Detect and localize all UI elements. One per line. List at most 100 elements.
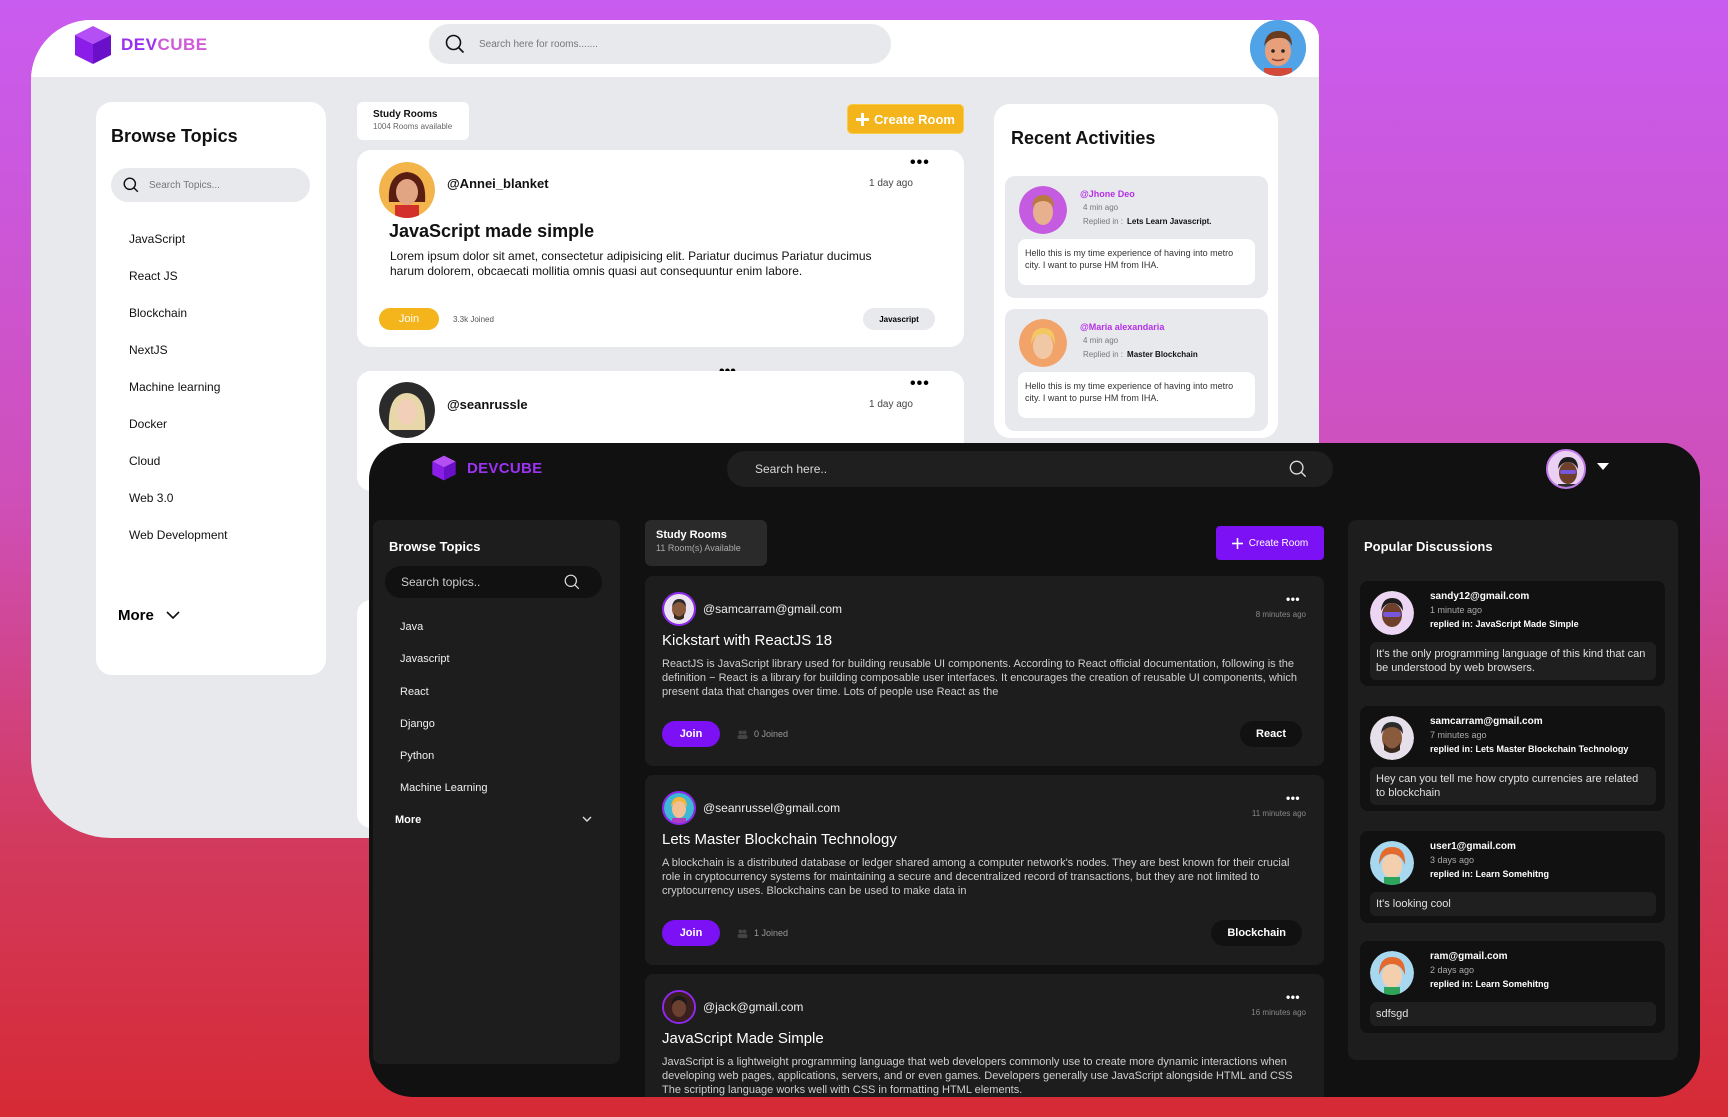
- topic-cloud[interactable]: Cloud: [129, 454, 160, 468]
- join-button[interactable]: Join: [379, 308, 439, 330]
- replied-room[interactable]: Learn Somehitng: [1476, 869, 1550, 879]
- room-host-avatar[interactable]: [662, 791, 696, 825]
- discussion-avatar[interactable]: [1370, 951, 1414, 995]
- browse-topics-heading: Browse Topics: [389, 539, 481, 554]
- replied-room[interactable]: Lets Master Blockchain Technology: [1476, 744, 1629, 754]
- topic-search-input[interactable]: Search topics..: [385, 566, 602, 598]
- joined-count-text: 1 Joined: [754, 928, 789, 938]
- topic-web-development[interactable]: Web Development: [129, 528, 228, 542]
- activity-item[interactable]: @Maria alexandaria 4 min ago Replied in …: [1005, 309, 1268, 431]
- room-host-avatar[interactable]: [662, 592, 696, 626]
- discussion-time: 1 minute ago: [1430, 605, 1483, 615]
- more-options-icon[interactable]: •••: [910, 375, 930, 393]
- more-options-icon[interactable]: •••: [1286, 990, 1300, 1004]
- more-options-icon[interactable]: •••: [910, 154, 930, 172]
- room-title[interactable]: Kickstart with ReactJS 18: [662, 632, 832, 649]
- topic-react-js[interactable]: React JS: [129, 269, 178, 283]
- topic-java[interactable]: Java: [400, 621, 423, 633]
- room-host-username[interactable]: @Annei_blanket: [447, 176, 549, 191]
- room-search-input[interactable]: Search here for rooms.......: [429, 24, 891, 64]
- study-rooms-title: Study Rooms: [373, 109, 438, 120]
- study-rooms-count: 11 Room(s) Available: [656, 543, 741, 553]
- discussion-message: It's the only programming language of th…: [1370, 642, 1656, 680]
- more-topics-button[interactable]: More: [395, 814, 592, 826]
- discussion-username[interactable]: sandy12@gmail.com: [1430, 591, 1529, 602]
- topic-machine-learning[interactable]: Machine learning: [129, 380, 220, 394]
- discussion-username[interactable]: user1@gmail.com: [1430, 841, 1516, 852]
- replied-room[interactable]: Master Blockchain: [1127, 350, 1198, 359]
- activity-username[interactable]: @Maria alexandaria: [1080, 322, 1164, 332]
- room-topic-tag[interactable]: Javascript: [863, 308, 935, 330]
- logo[interactable]: DEVCUBE: [73, 24, 208, 66]
- discussion-item[interactable]: sandy12@gmail.com 1 minute ago replied i…: [1360, 581, 1665, 686]
- replied-room[interactable]: JavaScript Made Simple: [1476, 619, 1579, 629]
- activity-avatar[interactable]: [1019, 319, 1067, 367]
- activity-avatar[interactable]: [1019, 186, 1067, 234]
- activity-username[interactable]: @Jhone Deo: [1080, 189, 1135, 199]
- discussion-item[interactable]: user1@gmail.com 3 days ago replied in: L…: [1360, 831, 1665, 923]
- room-title[interactable]: JavaScript Made Simple: [662, 1030, 824, 1047]
- topic-django[interactable]: Django: [400, 718, 435, 730]
- room-card[interactable]: @jack@gmail.com ••• 16 minutes ago JavaS…: [645, 974, 1324, 1097]
- topic-javascript[interactable]: Javascript: [400, 653, 450, 665]
- room-topic-tag[interactable]: React: [1240, 721, 1302, 747]
- create-room-button[interactable]: Create Room: [1216, 526, 1324, 560]
- join-button[interactable]: Join: [662, 721, 720, 747]
- search-icon[interactable]: [1289, 460, 1307, 478]
- avatar-face-icon: [379, 382, 435, 438]
- room-title[interactable]: JavaScript made simple: [389, 221, 594, 242]
- room-host-username[interactable]: @samcarram@gmail.com: [703, 602, 842, 616]
- activity-replied-in: Replied in : Lets Learn Javascript.: [1083, 217, 1212, 226]
- room-host-username[interactable]: @jack@gmail.com: [703, 1000, 803, 1014]
- topic-web3[interactable]: Web 3.0: [129, 491, 173, 505]
- discussion-item[interactable]: samcarram@gmail.com 7 minutes ago replie…: [1360, 706, 1665, 811]
- replied-room[interactable]: Lets Learn Javascript.: [1127, 217, 1211, 226]
- join-button[interactable]: Join: [662, 920, 720, 946]
- topic-python[interactable]: Python: [400, 750, 434, 762]
- topic-search-input[interactable]: Search Topics...: [111, 168, 310, 202]
- user-avatar[interactable]: [1546, 449, 1586, 489]
- more-topics-button[interactable]: More: [118, 607, 180, 624]
- room-title[interactable]: Lets Master Blockchain Technology: [662, 831, 897, 848]
- study-rooms-tab[interactable]: Study Rooms 11 Room(s) Available: [645, 520, 767, 566]
- room-card[interactable]: @Annei_blanket ••• 1 day ago JavaScript …: [357, 150, 964, 347]
- discussion-time: 7 minutes ago: [1430, 730, 1487, 740]
- room-host-username[interactable]: @seanrussel@gmail.com: [703, 801, 840, 815]
- room-host-avatar[interactable]: [379, 162, 435, 218]
- room-card[interactable]: @seanrussel@gmail.com ••• 11 minutes ago…: [645, 775, 1324, 965]
- room-host-avatar[interactable]: [662, 990, 696, 1024]
- room-host-username[interactable]: @seanrussle: [447, 397, 528, 412]
- replied-label: Replied in :: [1083, 217, 1124, 226]
- room-topic-tag[interactable]: Blockchain: [1211, 920, 1302, 946]
- caret-down-icon[interactable]: [1597, 463, 1609, 470]
- user-avatar[interactable]: [1250, 20, 1306, 76]
- discussion-avatar[interactable]: [1370, 591, 1414, 635]
- replied-room[interactable]: Learn Somehitng: [1476, 979, 1550, 989]
- avatar-face-icon: [379, 162, 435, 218]
- topic-blockchain[interactable]: Blockchain: [129, 306, 187, 320]
- discussion-avatar[interactable]: [1370, 841, 1414, 885]
- discussion-item[interactable]: ram@gmail.com 2 days ago replied in: Lea…: [1360, 941, 1665, 1033]
- chevron-down-icon: [166, 611, 180, 620]
- logo[interactable]: DEVCUBE: [431, 454, 542, 482]
- discussion-username[interactable]: samcarram@gmail.com: [1430, 716, 1543, 727]
- logo-text-cube: CUBE: [157, 35, 208, 54]
- discussion-avatar[interactable]: [1370, 716, 1414, 760]
- room-search-input[interactable]: Search here..: [727, 451, 1333, 487]
- discussion-username[interactable]: ram@gmail.com: [1430, 951, 1508, 962]
- topic-nextjs[interactable]: NextJS: [129, 343, 168, 357]
- more-options-icon[interactable]: •••: [1286, 791, 1300, 805]
- avatar-face-icon: [1370, 591, 1414, 635]
- joined-count-text: 0 Joined: [754, 729, 789, 739]
- more-options-icon[interactable]: •••: [1286, 592, 1300, 606]
- room-host-avatar[interactable]: [379, 382, 435, 438]
- create-room-button[interactable]: Create Room: [847, 104, 964, 134]
- study-rooms-tab[interactable]: Study Rooms 1004 Rooms available: [357, 102, 469, 140]
- activity-item[interactable]: @Jhone Deo 4 min ago Replied in : Lets Le…: [1005, 176, 1268, 298]
- topic-react[interactable]: React: [400, 686, 429, 698]
- topic-docker[interactable]: Docker: [129, 417, 167, 431]
- topic-machine-learning[interactable]: Machine Learning: [400, 782, 487, 794]
- search-icon[interactable]: [564, 574, 580, 590]
- topic-javascript[interactable]: JavaScript: [129, 232, 185, 246]
- room-card[interactable]: @samcarram@gmail.com ••• 8 minutes ago K…: [645, 576, 1324, 766]
